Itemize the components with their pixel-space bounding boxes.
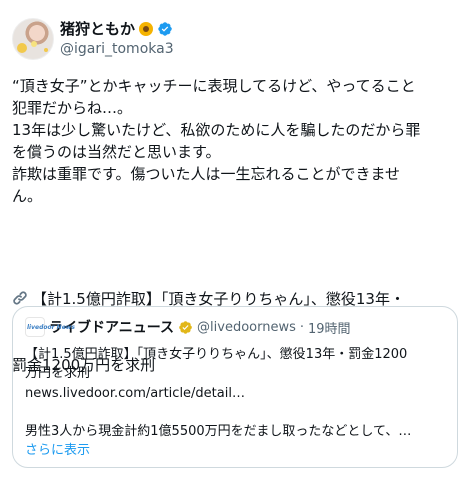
post-text-line: 犯罪だからね…。	[12, 99, 133, 117]
quoted-post-url[interactable]: news.livedoor.com/article/detail…	[25, 384, 245, 403]
author-display-name[interactable]: 猪狩ともか	[60, 19, 135, 39]
quoted-post-time[interactable]: 19時間	[308, 318, 351, 337]
quoted-author-avatar[interactable]: livedoor News	[25, 317, 75, 337]
quoted-text-line: 万円を求刑	[25, 366, 91, 381]
quoted-author-handle[interactable]: @livedoornews	[197, 320, 296, 335]
post-text-line: 13年は少し驚いたけど、私欲のために人を騙したのだから罪	[12, 121, 421, 139]
avatar-flower-decoration	[17, 43, 27, 53]
author-avatar[interactable]	[12, 18, 54, 60]
post-text-line: を償うのは当然だと思います。	[12, 143, 221, 161]
link-icon	[13, 291, 27, 305]
verified-badge-icon[interactable]	[157, 21, 173, 37]
sunflower-icon	[138, 21, 154, 37]
quoted-post-header: livedoor News ライブドアニュース @livedoornews · …	[25, 317, 351, 337]
author-handle[interactable]: @igari_tomoka3	[60, 40, 174, 58]
post-text-line: “頂き女子”とかキャッチーに表現してるけど、やってること	[12, 77, 416, 95]
quoted-post-summary: 男性3人から現金計約1億5500万円をだまし取ったなどとして、…	[25, 424, 412, 439]
quoted-text-line: 【計1.5億円詐取】「頂き女子りりちゃん」、懲役13年・罰金1200	[25, 347, 408, 362]
post-text-line: 詐欺は重罪です。傷ついた人は一生忘れることができませ	[12, 165, 401, 183]
quoted-post-text: 【計1.5億円詐取】「頂き女子りりちゃん」、懲役13年・罰金1200 万円を求刑	[25, 345, 445, 383]
verified-org-badge-icon[interactable]	[178, 320, 193, 335]
separator-dot: ·	[299, 319, 305, 335]
post-text-line: ん。	[12, 187, 43, 205]
post-card: 猪狩ともか @igari_tomoka3 “頂き女子”とかキャッチーに表現してる…	[0, 0, 474, 486]
quoted-post-card[interactable]: livedoor News ライブドアニュース @livedoornews · …	[12, 306, 458, 468]
author-name-row: 猪狩ともか	[60, 19, 173, 39]
source-logo-text: livedoor News	[27, 324, 75, 331]
show-more-link[interactable]: さらに表示	[25, 441, 90, 460]
post-text: “頂き女子”とかキャッチーに表現してるけど、やってること 犯罪だからね…。 13…	[12, 75, 460, 207]
